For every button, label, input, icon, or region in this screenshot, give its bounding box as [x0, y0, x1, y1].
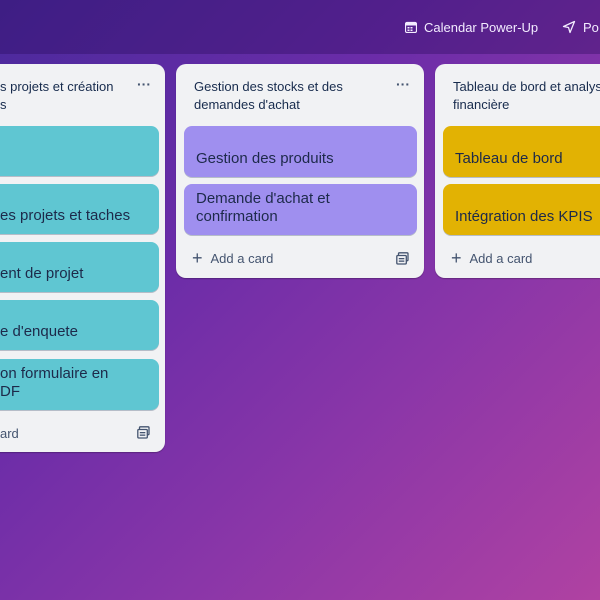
card[interactable]: Gestion des produits — [184, 126, 417, 177]
card-title: Intégration des KPIS — [455, 208, 593, 225]
card-title: Tableau de bord — [455, 150, 563, 167]
add-card-label: ard — [0, 426, 19, 441]
card[interactable]: Tableau de bord — [443, 126, 600, 177]
card-title: e d'enquete — [0, 323, 78, 340]
plus-icon: + — [192, 248, 203, 268]
card[interactable]: ent de projet — [0, 242, 159, 292]
card-title: Demande d'achat et confirmation — [196, 190, 330, 225]
list-title[interactable]: s projets et création s — [0, 78, 130, 114]
card-title: ent de projet — [0, 265, 84, 282]
calendar-power-up-button[interactable]: Calendar Power-Up — [405, 16, 538, 38]
card[interactable] — [0, 126, 159, 176]
calendar-icon — [405, 21, 417, 33]
power-up-button[interactable]: Po — [562, 16, 599, 38]
add-card-button[interactable]: + Add a card — [192, 248, 274, 268]
card-title: on formulaire en DF — [0, 365, 109, 400]
list-menu-button[interactable]: ··· — [396, 76, 410, 92]
template-icon[interactable] — [396, 252, 409, 265]
list-menu-button[interactable]: ··· — [137, 76, 151, 92]
card[interactable]: Demande d'achat et confirmation — [184, 184, 417, 235]
add-card-button[interactable]: ard — [0, 426, 19, 441]
send-icon — [562, 20, 576, 34]
card[interactable]: Intégration des KPIS — [443, 184, 600, 235]
card[interactable]: e d'enquete — [0, 300, 159, 350]
card[interactable]: es projets et taches — [0, 184, 159, 234]
list-projets[interactable]: s projets et création s ··· es projets e… — [0, 64, 165, 452]
template-icon[interactable] — [137, 426, 150, 439]
card[interactable]: on formulaire en DF — [0, 359, 159, 410]
list-title[interactable]: Gestion des stocks et des demandes d'ach… — [194, 78, 359, 114]
list-tableau-de-bord[interactable]: Tableau de bord et analyse financière Ta… — [435, 64, 600, 278]
card-title: Gestion des produits — [196, 150, 334, 167]
card-title: es projets et taches — [0, 207, 131, 224]
calendar-power-up-label: Calendar Power-Up — [424, 19, 539, 35]
board-header: Calendar Power-Up Po — [0, 0, 600, 54]
list-title[interactable]: Tableau de bord et analyse financière — [453, 78, 600, 114]
list-gestion-stocks[interactable]: Gestion des stocks et des demandes d'ach… — [176, 64, 424, 278]
plus-icon: + — [451, 248, 462, 268]
add-card-button[interactable]: + Add a card — [451, 248, 533, 268]
add-card-label: Add a card — [210, 251, 274, 266]
add-card-label: Add a card — [469, 251, 533, 266]
power-up-label: Po — [583, 19, 599, 35]
